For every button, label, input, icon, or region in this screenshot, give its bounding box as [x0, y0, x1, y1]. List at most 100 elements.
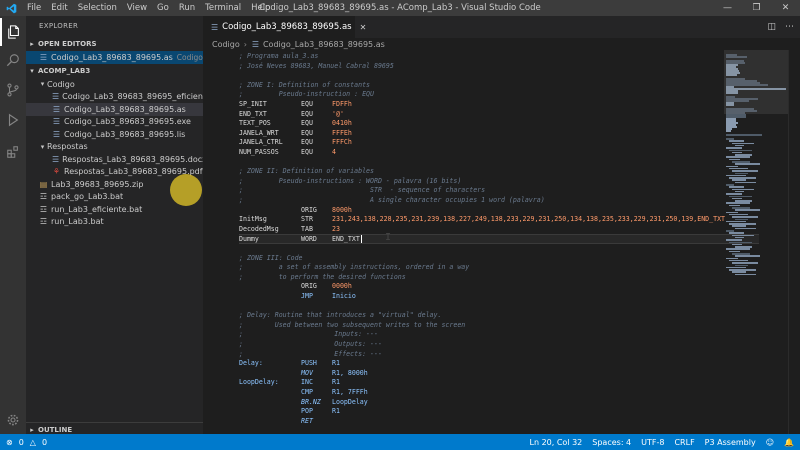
code-operand: R1, 8000h	[332, 368, 368, 377]
tree-file-selected[interactable]: ☰ Codigo_Lab3_89683_89695.as	[26, 103, 203, 116]
cursor-position[interactable]: Ln 20, Col 32	[530, 438, 583, 447]
minimap-line	[735, 172, 748, 174]
menu-go[interactable]: Go	[152, 0, 174, 16]
tab-codigo-lab3[interactable]: ☰ Codigo_Lab3_89683_89695.as ✕	[203, 16, 366, 38]
code-comment: ; José Neves 89683, Manuel Cabral 89695	[239, 61, 394, 70]
file-icon: ☰	[211, 22, 219, 32]
eol[interactable]: CRLF	[674, 438, 694, 447]
code-operand: R1	[332, 378, 340, 387]
tree-file[interactable]: ☰ Codigo_Lab3_89683_89695.exe	[26, 116, 203, 129]
minimap-line	[726, 184, 734, 186]
code-comment: ; A single character occupies 1 word (pa…	[239, 196, 545, 204]
split-editor-icon[interactable]: ◫	[767, 22, 776, 32]
indentation[interactable]: Spaces: 4	[592, 438, 631, 447]
tree-file[interactable]: ☲ run_Lab3.bat	[26, 216, 203, 229]
problems-indicator[interactable]: ⊗ 0 △ 0	[0, 438, 47, 447]
tree-item-label: Codigo	[47, 79, 75, 89]
chevron-down-icon: ▾	[40, 80, 45, 89]
search-icon[interactable]	[0, 46, 26, 74]
menu-view[interactable]: View	[122, 0, 152, 16]
code-line: RET	[239, 417, 759, 427]
code-editor[interactable]: ; Programa aula_3.as; José Neves 89683, …	[203, 50, 800, 434]
code-operand: Inicio	[332, 292, 356, 300]
minimap-line	[726, 257, 738, 260]
code-line: TEXT_POS EQU 0410h	[239, 119, 759, 129]
vertical-scrollbar[interactable]	[788, 50, 800, 434]
code-comment: ; Delay: Routine that introduces a "virt…	[239, 311, 442, 320]
bat-icon: ☲	[39, 217, 48, 227]
restore-button[interactable]: ❐	[742, 0, 771, 16]
code-line: ; ZONE III: Code	[239, 254, 759, 264]
feedback-icon[interactable]: ☺	[766, 438, 774, 447]
code-label: SP_INIT	[239, 100, 267, 108]
open-editor-item[interactable]: ☰ Codigo_Lab3_89683_89695.as Codigo	[26, 51, 203, 64]
run-debug-icon[interactable]	[0, 106, 26, 134]
menu-edit[interactable]: Edit	[46, 0, 72, 16]
minimap-line	[732, 179, 746, 181]
explorer-icon[interactable]	[0, 18, 26, 46]
chevron-right-icon: ▸	[30, 426, 34, 434]
breadcrumb-folder[interactable]: Codigo	[212, 40, 240, 49]
workspace-header[interactable]: ▾ ACOMP_LAB3	[26, 65, 203, 77]
menu-run[interactable]: Run	[174, 0, 200, 16]
code-opcode: INC	[301, 378, 313, 387]
code-label: InitMsg	[239, 215, 267, 224]
tree-file[interactable]: ☰ Codigo_Lab3_89683_89695.lis	[26, 128, 203, 141]
code-opcode: CMP	[301, 388, 313, 396]
status-bar: ⊗ 0 △ 0 Ln 20, Col 32 Spaces: 4 UTF-8 CR…	[0, 434, 800, 450]
code-line: END_TXT EQU '@'	[239, 110, 759, 120]
tree-file[interactable]: ☲ run_Lab3_eficiente.bat	[26, 203, 203, 216]
code-label: JANELA_CTRL	[239, 138, 283, 147]
minimap-line	[726, 202, 750, 204]
tree-folder-codigo[interactable]: ▾ Codigo	[26, 78, 203, 91]
code-opcode: TAB	[301, 224, 313, 233]
editor-actions: ◫ ⋯	[767, 16, 794, 38]
minimap-line	[729, 177, 756, 179]
menu-selection[interactable]: Selection	[73, 0, 122, 16]
language-mode[interactable]: P3 Assembly	[705, 438, 756, 447]
status-right: Ln 20, Col 32 Spaces: 4 UTF-8 CRLF P3 As…	[530, 434, 795, 450]
close-window-button[interactable]: ✕	[771, 0, 800, 16]
file-icon: ☰	[52, 117, 61, 127]
file-icon: ☰	[52, 104, 61, 114]
close-tab-icon[interactable]: ✕	[360, 23, 367, 32]
open-editor-desc: Codigo	[176, 52, 203, 62]
breadcrumb-file[interactable]: Codigo_Lab3_89683_89695.as	[263, 40, 385, 49]
source-control-icon[interactable]	[0, 76, 26, 104]
code-comment: ; ZONE I: Definition of constants	[239, 80, 371, 89]
tree-item-label: pack_go_Lab3.bat	[51, 192, 124, 202]
encoding[interactable]: UTF-8	[641, 438, 664, 447]
code-opcode: EQU	[301, 100, 313, 108]
code-line: InitMsg STR 231,243,138,228,235,231,239,13…	[239, 215, 759, 225]
code-operand: FFFEh	[332, 128, 352, 137]
warning-icon: △	[29, 437, 36, 447]
tree-item-label: run_Lab3.bat	[51, 217, 104, 227]
code-line: ; to perform the desired functions	[239, 273, 759, 283]
notifications-icon[interactable]: 🔔	[784, 438, 794, 447]
settings-gear-icon[interactable]	[0, 406, 26, 434]
code-operand: 23	[332, 224, 340, 233]
tree-file[interactable]: ☰ Respostas_Lab3_89683_89695.docx	[26, 153, 203, 166]
code-line: JANELA_WRT EQU FFFEh	[239, 129, 759, 139]
code-line: ; Outputs: ---	[239, 340, 759, 350]
more-actions-icon[interactable]: ⋯	[785, 22, 794, 32]
minimap-line	[729, 149, 752, 151]
minimap-line	[726, 239, 742, 241]
menu-bar: File Edit Selection View Go Run Terminal…	[22, 0, 275, 16]
tree-item-label: Lab3_89683_89695.zip	[51, 179, 144, 189]
tree-file[interactable]: ☰ Codigo_Lab3_89683_89695_eficiente.as	[26, 91, 203, 104]
minimap-slider[interactable]	[724, 50, 788, 114]
minimap-line	[735, 236, 744, 239]
code-opcode: ORIG	[301, 282, 317, 291]
code-operand: LoopDelay	[332, 397, 368, 406]
menu-file[interactable]: File	[22, 0, 46, 16]
open-editors-header[interactable]: ▸ OPEN EDITORS	[26, 38, 203, 50]
tree-folder-respostas[interactable]: ▾ Respostas	[26, 141, 203, 154]
minimap-line	[732, 151, 742, 154]
extensions-icon[interactable]	[0, 138, 26, 166]
code-line: DecodedMsg TAB 23	[239, 225, 759, 235]
minimap-line	[735, 255, 760, 257]
minimize-button[interactable]: —	[713, 0, 742, 16]
